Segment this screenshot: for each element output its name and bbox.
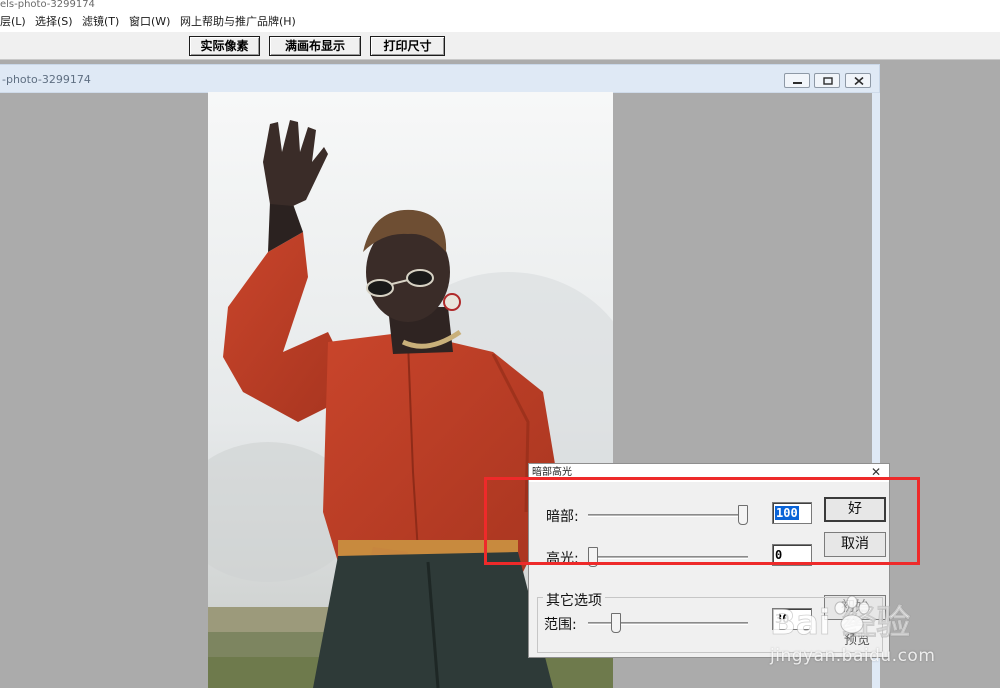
shadow-slider-track[interactable] — [588, 514, 748, 517]
menu-item-select[interactable]: 选择(S) — [35, 12, 73, 32]
close-icon — [854, 77, 864, 85]
other-options-legend: 其它选项 — [543, 590, 605, 610]
restore-button[interactable] — [814, 73, 840, 88]
restore-icon — [823, 77, 833, 85]
shadow-value: 100 — [775, 506, 799, 520]
watermark-url: jingyan.baidu.com — [770, 646, 936, 666]
document-title: -photo-3299174 — [2, 73, 91, 86]
fit-canvas-button[interactable]: 满画布显示 — [269, 36, 361, 56]
highlight-value: 0 — [775, 548, 783, 562]
minimize-icon — [793, 82, 802, 84]
highlight-slider-thumb[interactable] — [588, 547, 598, 567]
range-label: 范围: — [544, 617, 577, 633]
document-title-bar[interactable]: -photo-3299174 — [0, 65, 879, 93]
highlight-slider-track[interactable] — [588, 556, 748, 559]
shadow-slider-thumb[interactable] — [738, 505, 748, 525]
menu-item-filter[interactable]: 滤镜(T) — [82, 12, 119, 32]
menu-bar: 层(L) 选择(S) 滤镜(T) 窗口(W) 网上帮助与推广品牌(H) — [0, 12, 1000, 32]
toolbar: 实际像素 满画布显示 打印尺寸 — [0, 32, 1000, 60]
dialog-title-bar[interactable]: 暗部高光 ✕ — [529, 464, 889, 482]
shadow-value-field[interactable]: 100 — [772, 502, 812, 524]
print-size-button[interactable]: 打印尺寸 — [370, 36, 445, 56]
app-title-bar: els-photo-3299174 — [0, 0, 1000, 12]
minimize-button[interactable] — [784, 73, 810, 88]
ok-button[interactable]: 好 — [824, 497, 886, 522]
menu-item-window[interactable]: 窗口(W) — [129, 12, 170, 32]
close-button[interactable] — [845, 73, 871, 88]
cancel-button[interactable]: 取消 — [824, 532, 886, 557]
menu-item-layer[interactable]: 层(L) — [0, 12, 26, 32]
shadow-label: 暗部: — [546, 509, 579, 525]
menu-item-help[interactable]: 网上帮助与推广品牌(H) — [180, 12, 296, 32]
dialog-title: 暗部高光 — [532, 467, 572, 478]
range-value-field[interactable]: 30 — [772, 608, 812, 630]
shadows-highlights-dialog: 暗部高光 ✕ 暗部: 100 高光: 0 好 取消 初始 预览 其它选项 范围:… — [528, 463, 890, 658]
range-slider-thumb[interactable] — [610, 613, 621, 633]
dialog-close-button[interactable]: ✕ — [869, 465, 883, 479]
actual-pixels-button[interactable]: 实际像素 — [189, 36, 260, 56]
range-value: 30 — [775, 612, 790, 626]
close-icon: ✕ — [870, 465, 882, 479]
app-title: els-photo-3299174 — [0, 0, 95, 10]
highlight-value-field[interactable]: 0 — [772, 544, 812, 566]
highlight-label: 高光: — [546, 551, 579, 567]
